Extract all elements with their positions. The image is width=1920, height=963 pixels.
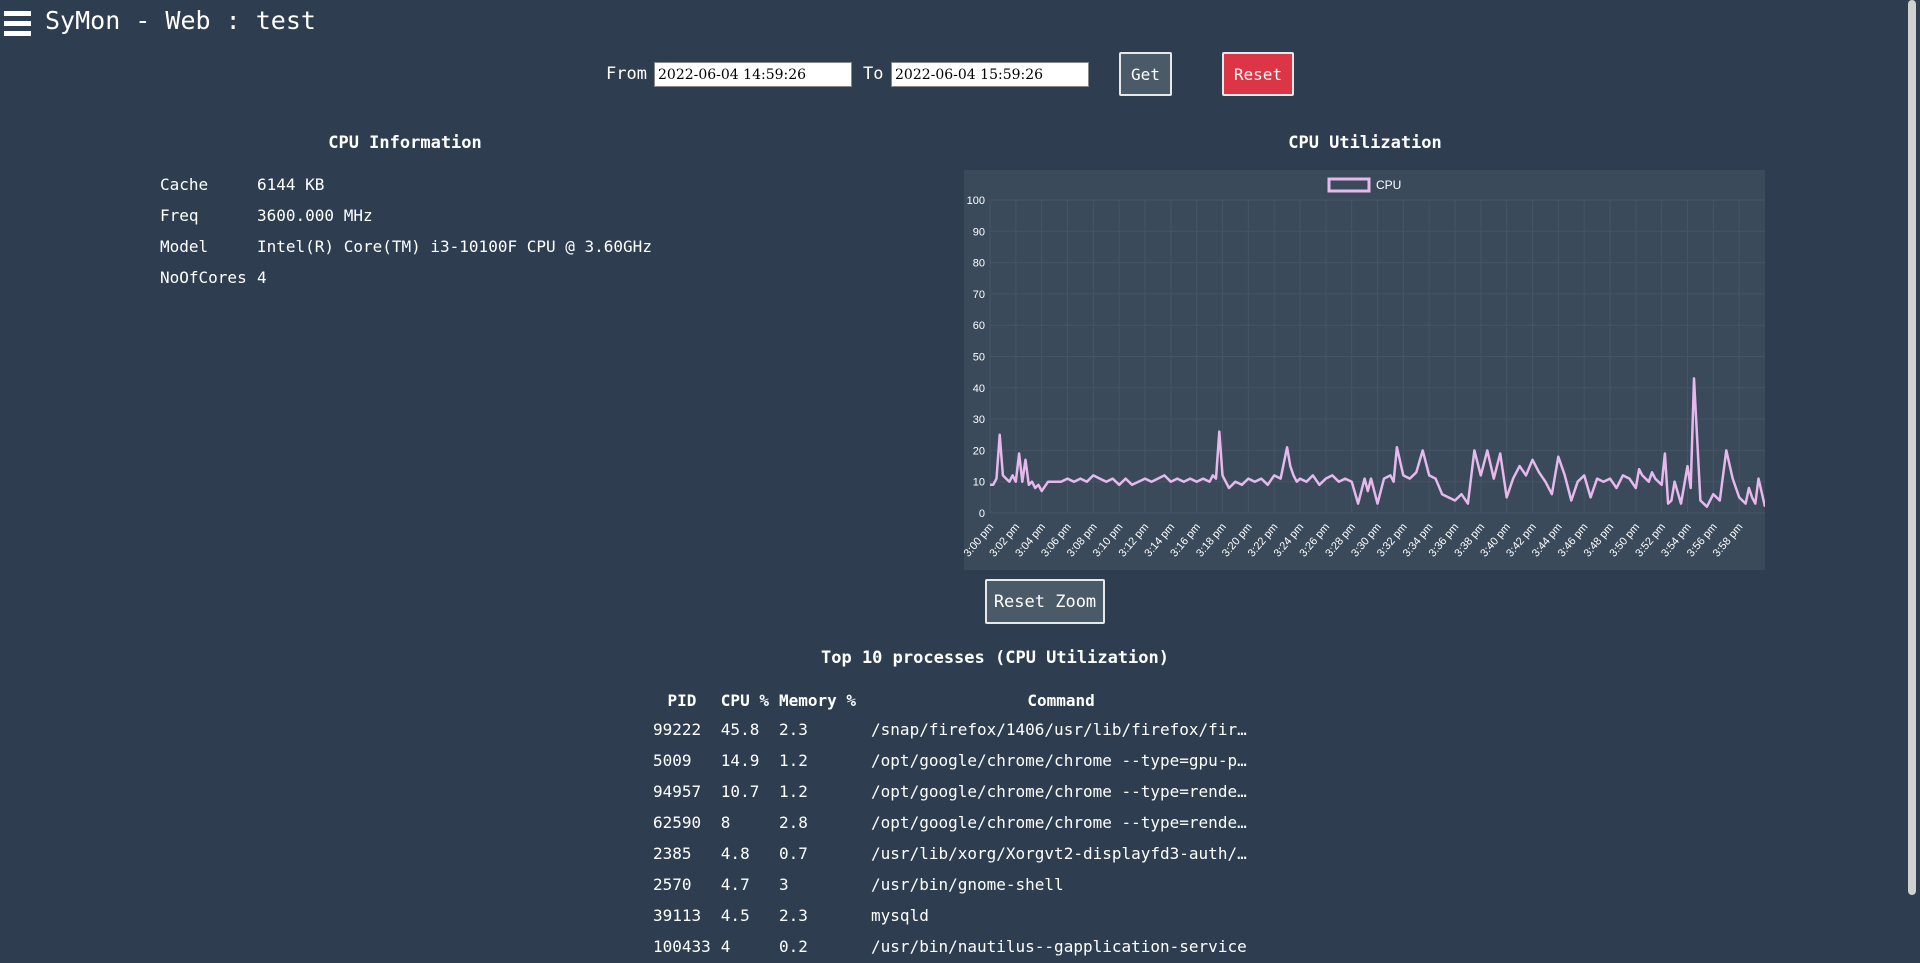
cell-command: /snap/firefox/1406/usr/lib/firefox/firef… bbox=[871, 720, 1262, 739]
cpu-info-title: CPU Information bbox=[328, 133, 482, 153]
cell-pid: 39113 bbox=[653, 906, 702, 925]
y-tick-label: 90 bbox=[973, 226, 985, 238]
y-tick-label: 100 bbox=[967, 195, 985, 207]
cell-cpu: 4.7 bbox=[720, 875, 750, 894]
cell-memory: 3 bbox=[778, 875, 789, 894]
y-tick-label: 30 bbox=[973, 414, 985, 426]
table-row: 39113 4.5 2.3 mysqld bbox=[648, 900, 1261, 931]
column-header-cpu: CPU % bbox=[720, 690, 769, 710]
y-tick-label: 70 bbox=[973, 289, 985, 301]
table-row: 62590 8 2.8 /opt/google/chrome/chrome --… bbox=[648, 807, 1261, 838]
chart-canvas[interactable]: 01020304050607080901003:00 pm3:02 pm3:04… bbox=[964, 170, 1765, 570]
processes-table: PID CPU % Memory % Command 99222 45.8 2.… bbox=[648, 686, 1261, 962]
y-tick-label: 0 bbox=[979, 508, 985, 520]
date-range-bar: From To Get Reset bbox=[0, 52, 1900, 96]
cell-command: /usr/lib/xorg/Xorgvt2-displayfd3-auth/ru… bbox=[871, 844, 1262, 863]
cell-memory: 2.3 bbox=[778, 720, 808, 739]
legend-label: CPU bbox=[1376, 178, 1401, 192]
info-key: Cache bbox=[160, 175, 209, 194]
table-row: 2570 4.7 3 /usr/bin/gnome-shell bbox=[648, 869, 1261, 900]
reset-zoom-button[interactable]: Reset Zoom bbox=[985, 579, 1105, 624]
cpu-info-list: Cache 6144 KB Freq 3600.000 MHz Model In… bbox=[160, 175, 652, 299]
cell-memory: 0.2 bbox=[778, 937, 808, 956]
get-button[interactable]: Get bbox=[1119, 52, 1172, 96]
menu-icon[interactable] bbox=[4, 11, 31, 37]
page-scrollbar[interactable] bbox=[1908, 0, 1916, 895]
table-row: 2385 4.8 0.7 /usr/lib/xorg/Xorgvt2-displ… bbox=[648, 838, 1261, 869]
y-tick-label: 40 bbox=[973, 383, 985, 395]
cpu-info-row-cores: NoOfCores 4 bbox=[160, 268, 652, 299]
cell-pid: 100433 bbox=[653, 937, 711, 956]
cell-cpu: 4.5 bbox=[720, 906, 750, 925]
to-label: To bbox=[863, 64, 884, 84]
y-tick-label: 10 bbox=[973, 477, 985, 489]
cell-command: /usr/bin/gnome-shell bbox=[871, 875, 1064, 894]
cell-command: /opt/google/chrome/chrome --type=gpu-pro… bbox=[871, 751, 1262, 770]
app-title: SyMon - Web : test bbox=[45, 6, 316, 35]
info-key: Freq bbox=[160, 206, 199, 225]
from-date-input[interactable] bbox=[654, 62, 852, 87]
cell-pid: 94957 bbox=[653, 782, 702, 801]
cpu-chart-title: CPU Utilization bbox=[1288, 133, 1442, 153]
y-tick-label: 20 bbox=[973, 445, 985, 457]
column-header-command: Command bbox=[1027, 690, 1095, 710]
table-header-row: PID CPU % Memory % Command bbox=[648, 686, 1261, 714]
cell-cpu: 14.9 bbox=[720, 751, 760, 770]
table-row: 99222 45.8 2.3 /snap/firefox/1406/usr/li… bbox=[648, 714, 1261, 745]
cell-pid: 5009 bbox=[653, 751, 692, 770]
cell-command: mysqld bbox=[871, 906, 929, 925]
cell-memory: 2.3 bbox=[778, 906, 808, 925]
cpu-info-row-cache: Cache 6144 KB bbox=[160, 175, 652, 206]
cell-command: /opt/google/chrome/chrome --type=rendere… bbox=[871, 782, 1262, 801]
legend-swatch bbox=[1327, 177, 1371, 193]
y-tick-label: 60 bbox=[973, 320, 985, 332]
table-row: 5009 14.9 1.2 /opt/google/chrome/chrome … bbox=[648, 745, 1261, 776]
cell-pid: 2385 bbox=[653, 844, 692, 863]
info-value: 3600.000 MHz bbox=[257, 206, 373, 225]
cell-pid: 99222 bbox=[653, 720, 702, 739]
y-tick-label: 50 bbox=[973, 352, 985, 364]
cell-pid: 62590 bbox=[653, 813, 702, 832]
table-row: 94957 10.7 1.2 /opt/google/chrome/chrome… bbox=[648, 776, 1261, 807]
column-header-memory: Memory % bbox=[778, 690, 857, 710]
column-header-pid: PID bbox=[667, 690, 697, 710]
to-date-input[interactable] bbox=[891, 62, 1089, 87]
cpu-info-row-model: Model Intel(R) Core(TM) i3-10100F CPU @ … bbox=[160, 237, 652, 268]
table-row: 100433 4 0.2 /usr/bin/nautilus--gapplica… bbox=[648, 931, 1261, 962]
info-key: NoOfCores bbox=[160, 268, 247, 287]
cell-cpu: 4.8 bbox=[720, 844, 750, 863]
processes-title: Top 10 processes (CPU Utilization) bbox=[821, 648, 1169, 668]
cell-cpu: 4 bbox=[720, 937, 731, 956]
cell-command: /usr/bin/nautilus--gapplication-service bbox=[871, 937, 1247, 956]
from-label: From bbox=[606, 64, 647, 84]
cell-pid: 2570 bbox=[653, 875, 692, 894]
cpu-info-row-freq: Freq 3600.000 MHz bbox=[160, 206, 652, 237]
cell-memory: 2.8 bbox=[778, 813, 808, 832]
app-header: SyMon - Web : test bbox=[0, 0, 1900, 48]
cell-command: /opt/google/chrome/chrome --type=rendere… bbox=[871, 813, 1262, 832]
info-value: 6144 KB bbox=[257, 175, 325, 194]
cell-memory: 0.7 bbox=[778, 844, 808, 863]
info-value: Intel(R) Core(TM) i3-10100F CPU @ 3.60GH… bbox=[257, 237, 652, 256]
cell-memory: 1.2 bbox=[778, 782, 808, 801]
cell-cpu: 10.7 bbox=[720, 782, 760, 801]
y-tick-label: 80 bbox=[973, 258, 985, 270]
cell-cpu: 45.8 bbox=[720, 720, 760, 739]
cell-memory: 1.2 bbox=[778, 751, 808, 770]
reset-button[interactable]: Reset bbox=[1222, 52, 1294, 96]
cpu-utilization-chart[interactable]: 0 10 20 30 40 50 60 70 80 90 100 3:00 pm 3:02 pm 3:04… bbox=[964, 170, 1765, 570]
info-value: 4 bbox=[257, 268, 267, 287]
cell-cpu: 8 bbox=[720, 813, 731, 832]
info-key: Model bbox=[160, 237, 209, 256]
